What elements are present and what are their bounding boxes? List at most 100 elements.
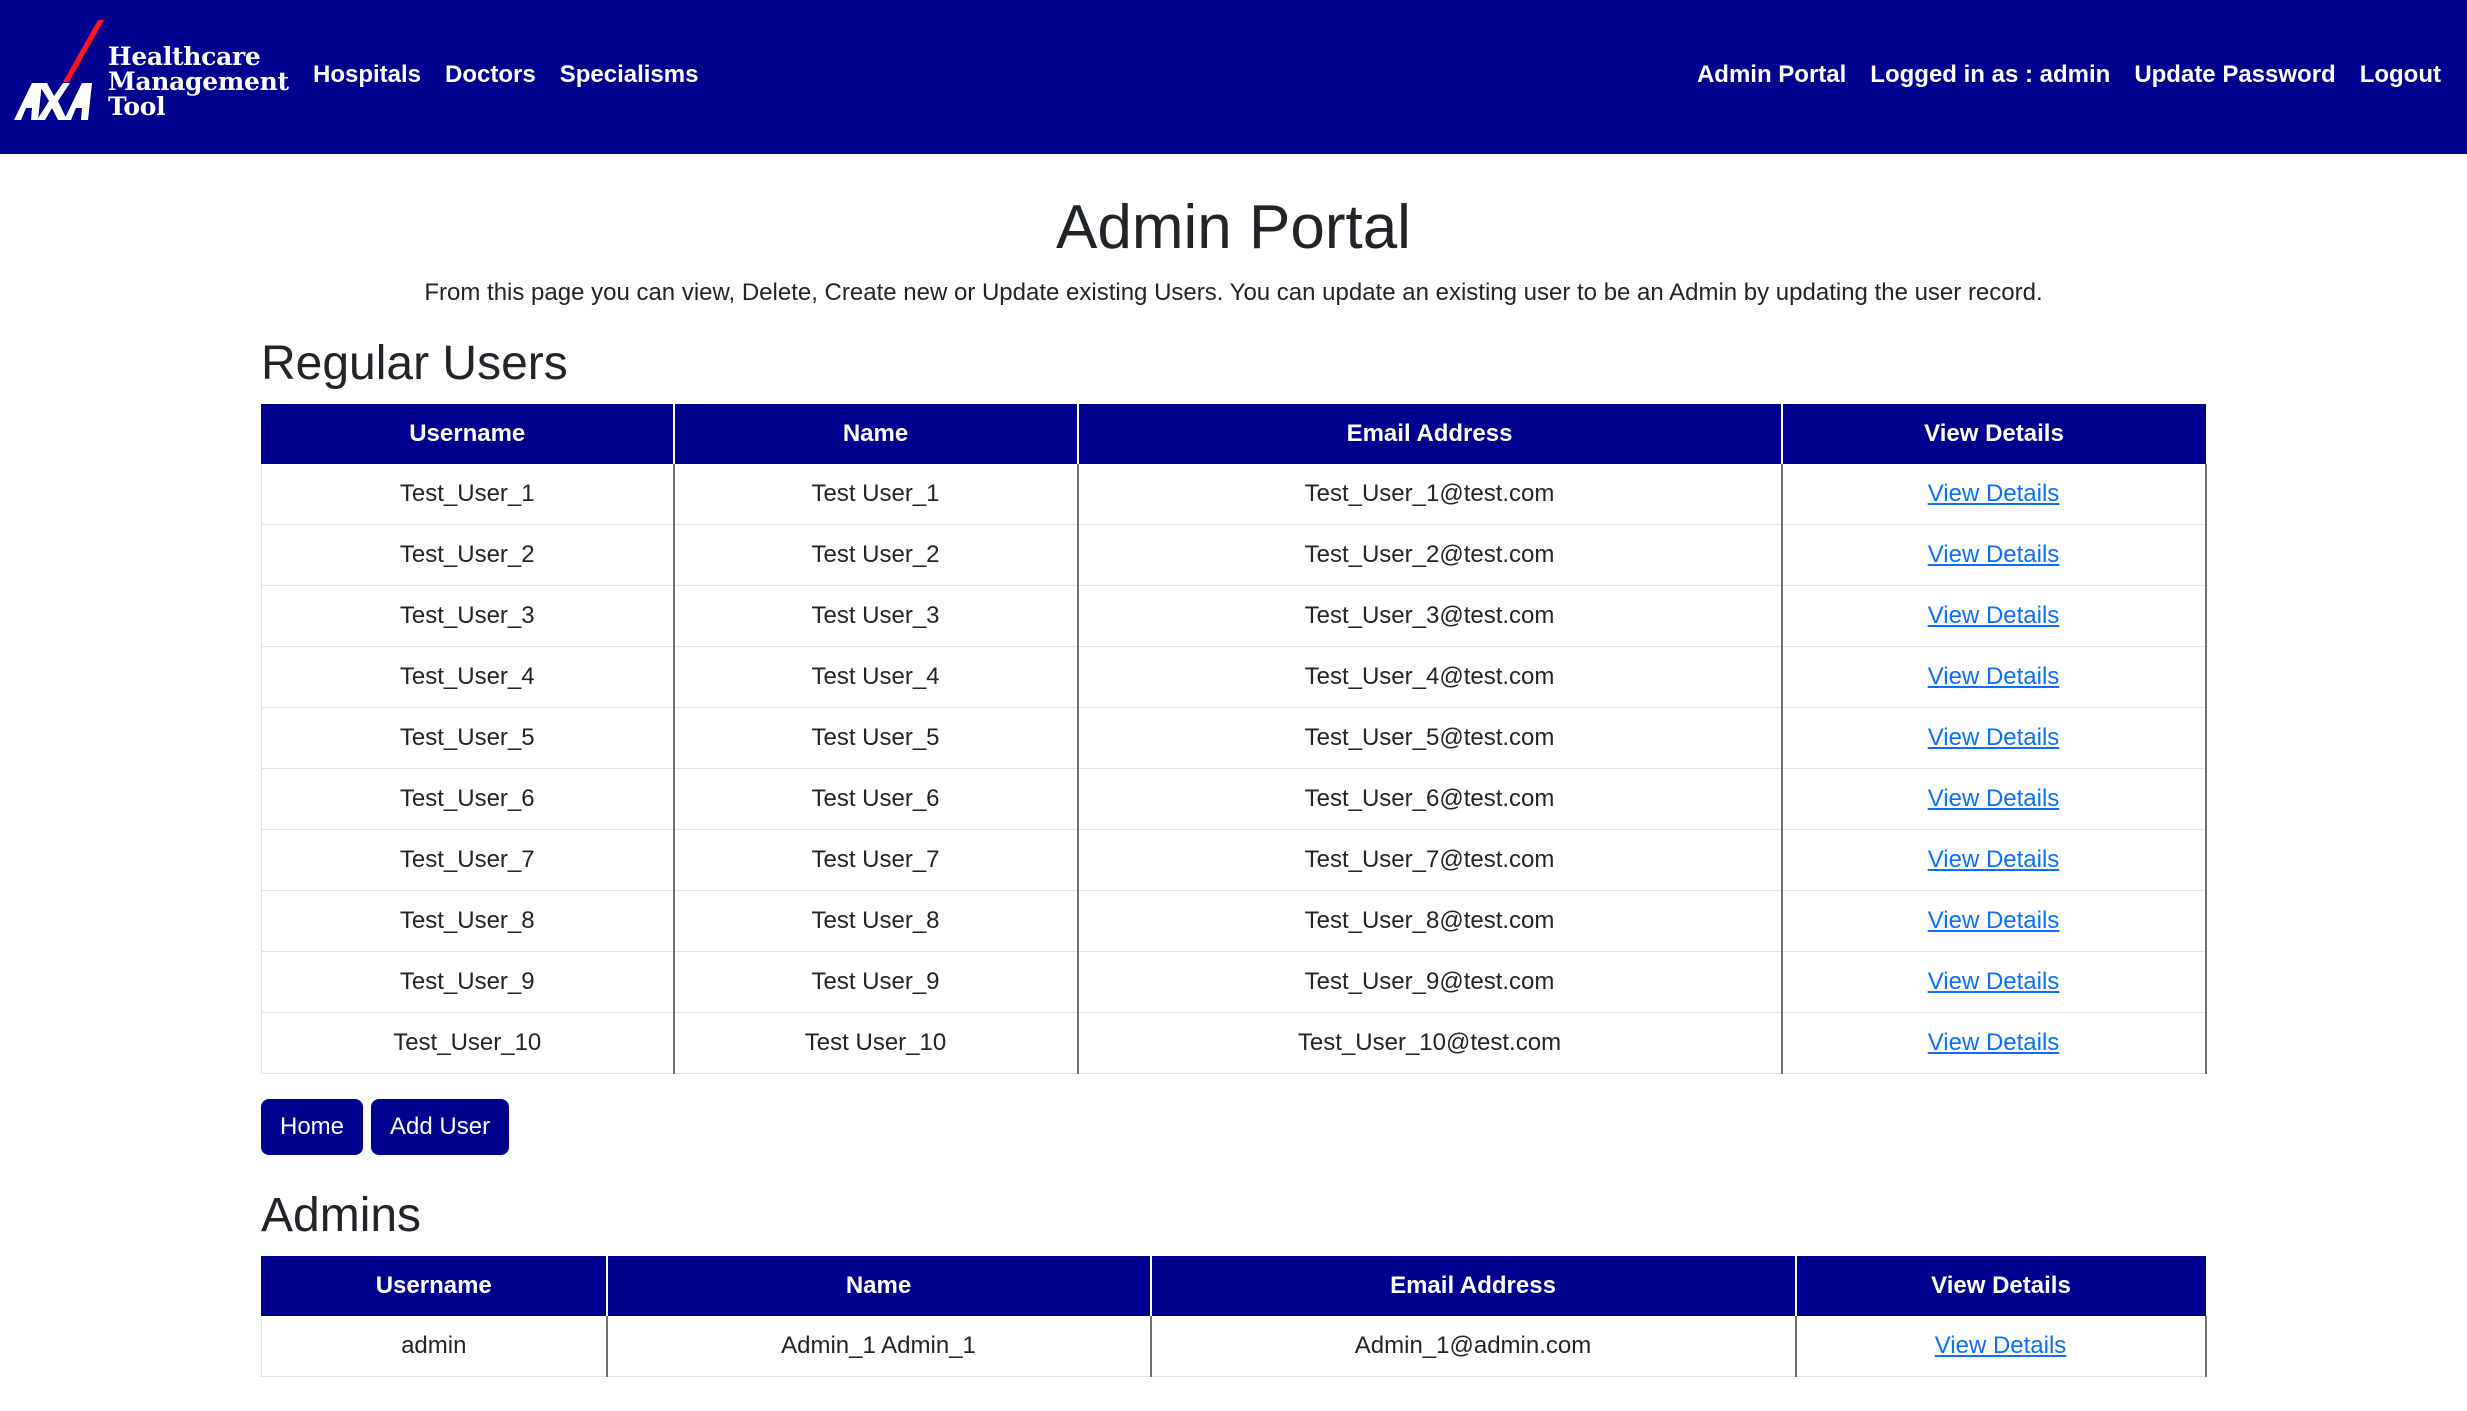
column-header-view-details: View Details: [1794, 1256, 2206, 1316]
brand-logo[interactable]: Healthcare Management Tool: [12, 20, 289, 132]
cell-email: Test_User_10@test.com: [1076, 1012, 1782, 1074]
page-description: From this page you can view, Delete, Cre…: [424, 279, 2043, 306]
axa-logo-icon: [14, 20, 104, 120]
cell-view-details: View Details: [1780, 464, 2207, 525]
cell-view-details: View Details: [1780, 890, 2207, 952]
view-details-link[interactable]: View Details: [1928, 480, 2060, 507]
table-row: Test_User_7 Test User_7 Test_User_7@test…: [261, 829, 2207, 891]
cell-email: Test_User_9@test.com: [1076, 951, 1782, 1013]
cell-username: admin: [261, 1316, 607, 1377]
view-details-link[interactable]: View Details: [1928, 846, 2060, 873]
column-header-username: Username: [261, 404, 674, 464]
cell-email: Test_User_8@test.com: [1076, 890, 1782, 952]
view-details-link[interactable]: View Details: [1928, 785, 2060, 812]
nav-logged-in-user[interactable]: Logged in as : admin: [1870, 58, 2110, 92]
table-row: Test_User_5 Test User_5 Test_User_5@test…: [261, 707, 2207, 769]
home-button[interactable]: Home: [261, 1099, 364, 1155]
nav-link-doctors[interactable]: Doctors: [445, 58, 536, 92]
nav-link-specialisms[interactable]: Specialisms: [560, 58, 699, 92]
cell-email: Test_User_6@test.com: [1076, 768, 1782, 830]
cell-view-details: View Details: [1780, 768, 2207, 830]
view-details-link[interactable]: View Details: [1928, 907, 2060, 934]
nav-link-update-password[interactable]: Update Password: [2134, 58, 2335, 92]
cell-email: Test_User_5@test.com: [1076, 707, 1782, 769]
cell-username: Test_User_6: [261, 768, 674, 830]
brand-line-1: Healthcare: [108, 42, 261, 71]
table-row: Test_User_4 Test User_4 Test_User_4@test…: [261, 646, 2207, 708]
column-header-view-details: View Details: [1780, 404, 2206, 464]
cell-username: Test_User_9: [261, 951, 674, 1013]
cell-view-details: View Details: [1780, 951, 2207, 1013]
cell-view-details: View Details: [1780, 646, 2207, 708]
cell-name: Test User_2: [672, 524, 1078, 586]
cell-name: Test User_3: [672, 585, 1078, 647]
table-row: Test_User_2 Test User_2 Test_User_2@test…: [261, 524, 2207, 586]
brand-line-2: Management: [108, 67, 289, 96]
cell-username: Test_User_10: [261, 1012, 674, 1074]
cell-view-details: View Details: [1794, 1316, 2207, 1377]
table-row: Test_User_10 Test User_10 Test_User_10@t…: [261, 1012, 2207, 1074]
cell-username: Test_User_2: [261, 524, 674, 586]
table-row: Test_User_6 Test User_6 Test_User_6@test…: [261, 768, 2207, 830]
cell-username: Test_User_8: [261, 890, 674, 952]
cell-view-details: View Details: [1780, 524, 2207, 586]
regular-users-table: Username Name Email Address View Details…: [261, 404, 2207, 1074]
cell-view-details: View Details: [1780, 707, 2207, 769]
cell-view-details: View Details: [1780, 829, 2207, 891]
cell-name: Admin_1 Admin_1: [605, 1316, 1151, 1377]
add-user-button[interactable]: Add User: [371, 1099, 510, 1155]
action-buttons: Home Add User: [261, 1099, 517, 1155]
view-details-link[interactable]: View Details: [1928, 663, 2060, 690]
column-header-username: Username: [261, 1256, 607, 1316]
cell-name: Test User_9: [672, 951, 1078, 1013]
view-details-link[interactable]: View Details: [1928, 724, 2060, 751]
cell-username: Test_User_4: [261, 646, 674, 708]
table-row: admin Admin_1 Admin_1 Admin_1@admin.com …: [261, 1316, 2207, 1377]
cell-username: Test_User_3: [261, 585, 674, 647]
view-details-link[interactable]: View Details: [1935, 1332, 2067, 1359]
cell-email: Test_User_1@test.com: [1076, 464, 1782, 525]
nav-primary-links: Hospitals Doctors Specialisms: [313, 58, 722, 92]
table-row: Test_User_9 Test User_9 Test_User_9@test…: [261, 951, 2207, 1013]
cell-view-details: View Details: [1780, 585, 2207, 647]
cell-name: Test User_8: [672, 890, 1078, 952]
table-row: Test_User_8 Test User_8 Test_User_8@test…: [261, 890, 2207, 952]
cell-email: Test_User_2@test.com: [1076, 524, 1782, 586]
column-header-name: Name: [605, 1256, 1151, 1316]
regular-users-heading: Regular Users: [261, 337, 568, 390]
view-details-link[interactable]: View Details: [1928, 602, 2060, 629]
cell-name: Test User_5: [672, 707, 1078, 769]
nav-link-logout[interactable]: Logout: [2360, 58, 2441, 92]
top-navbar: Healthcare Management Tool Hospitals Doc…: [0, 0, 2467, 154]
cell-name: Test User_1: [672, 464, 1078, 525]
cell-username: Test_User_1: [261, 464, 674, 525]
cell-username: Test_User_7: [261, 829, 674, 891]
cell-email: Test_User_7@test.com: [1076, 829, 1782, 891]
view-details-link[interactable]: View Details: [1928, 541, 2060, 568]
cell-name: Test User_6: [672, 768, 1078, 830]
admins-table: Username Name Email Address View Details…: [261, 1256, 2207, 1377]
brand-line-3: Tool: [108, 92, 166, 121]
table-row: Test_User_1 Test User_1 Test_User_1@test…: [261, 464, 2207, 525]
nav-account-links: Admin Portal Logged in as : admin Update…: [1673, 58, 2441, 92]
table-header-row: Username Name Email Address View Details: [261, 1256, 2206, 1316]
view-details-link[interactable]: View Details: [1928, 1029, 2060, 1056]
column-header-email: Email Address: [1076, 404, 1782, 464]
page-title: Admin Portal: [1056, 193, 1411, 262]
cell-view-details: View Details: [1780, 1012, 2207, 1074]
cell-email: Test_User_4@test.com: [1076, 646, 1782, 708]
table-header-row: Username Name Email Address View Details: [261, 404, 2206, 464]
column-header-email: Email Address: [1149, 1256, 1796, 1316]
view-details-link[interactable]: View Details: [1928, 968, 2060, 995]
nav-link-hospitals[interactable]: Hospitals: [313, 58, 421, 92]
cell-email: Test_User_3@test.com: [1076, 585, 1782, 647]
cell-name: Test User_7: [672, 829, 1078, 891]
cell-name: Test User_10: [672, 1012, 1078, 1074]
table-row: Test_User_3 Test User_3 Test_User_3@test…: [261, 585, 2207, 647]
cell-name: Test User_4: [672, 646, 1078, 708]
nav-link-admin-portal[interactable]: Admin Portal: [1697, 58, 1846, 92]
cell-username: Test_User_5: [261, 707, 674, 769]
admins-heading: Admins: [261, 1189, 422, 1242]
column-header-name: Name: [672, 404, 1078, 464]
brand-title: Healthcare Management Tool: [108, 44, 289, 119]
